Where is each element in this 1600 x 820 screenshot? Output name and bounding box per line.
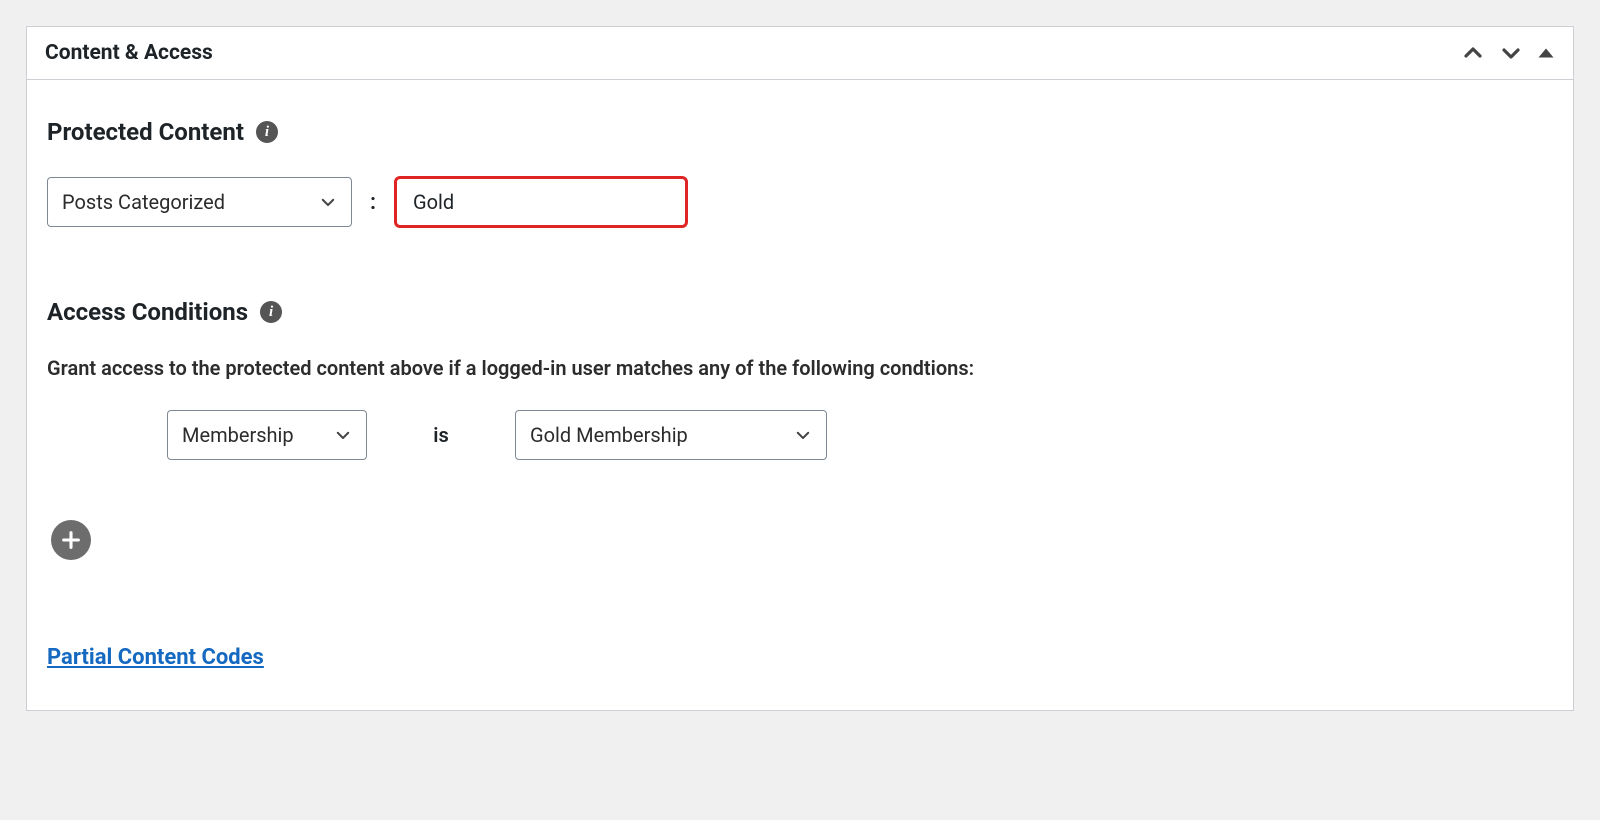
access-conditions-heading-text: Access Conditions <box>47 298 248 326</box>
panel-body: Protected Content i Posts Categorized : … <box>27 80 1573 710</box>
protected-content-heading: Protected Content i <box>47 118 1553 146</box>
content-value-input[interactable]: Gold <box>394 176 688 228</box>
add-condition-button[interactable] <box>51 520 91 560</box>
access-condition-row: Membership is Gold Membership <box>167 410 1553 460</box>
condition-value-text: Gold Membership <box>530 423 688 447</box>
panel-move-down-icon[interactable] <box>1499 41 1523 65</box>
info-icon[interactable]: i <box>256 121 278 143</box>
protected-content-heading-text: Protected Content <box>47 118 244 146</box>
partial-content-codes-link[interactable]: Partial Content Codes <box>47 645 264 670</box>
access-conditions-heading: Access Conditions i <box>47 298 1553 326</box>
panel-move-up-icon[interactable] <box>1461 41 1485 65</box>
info-icon[interactable]: i <box>260 301 282 323</box>
condition-subject-select[interactable]: Membership <box>167 410 367 460</box>
content-separator: : <box>366 190 380 215</box>
panel-controls <box>1461 41 1555 65</box>
panel-title: Content & Access <box>45 41 213 65</box>
link-actions: Partial Content Codes <box>47 645 1553 670</box>
access-conditions-description: Grant access to the protected content ab… <box>47 356 1553 380</box>
content-access-panel: Content & Access Protected Content i Pos… <box>26 26 1574 711</box>
condition-value-select[interactable]: Gold Membership <box>515 410 827 460</box>
content-type-select-value: Posts Categorized <box>62 190 225 214</box>
content-value-text: Gold <box>413 190 454 214</box>
content-type-select[interactable]: Posts Categorized <box>47 177 352 227</box>
panel-header: Content & Access <box>27 27 1573 80</box>
condition-subject-value: Membership <box>182 423 294 447</box>
condition-operator: is <box>381 423 501 447</box>
protected-content-row: Posts Categorized : Gold <box>47 176 1553 228</box>
panel-collapse-icon[interactable] <box>1537 44 1555 62</box>
